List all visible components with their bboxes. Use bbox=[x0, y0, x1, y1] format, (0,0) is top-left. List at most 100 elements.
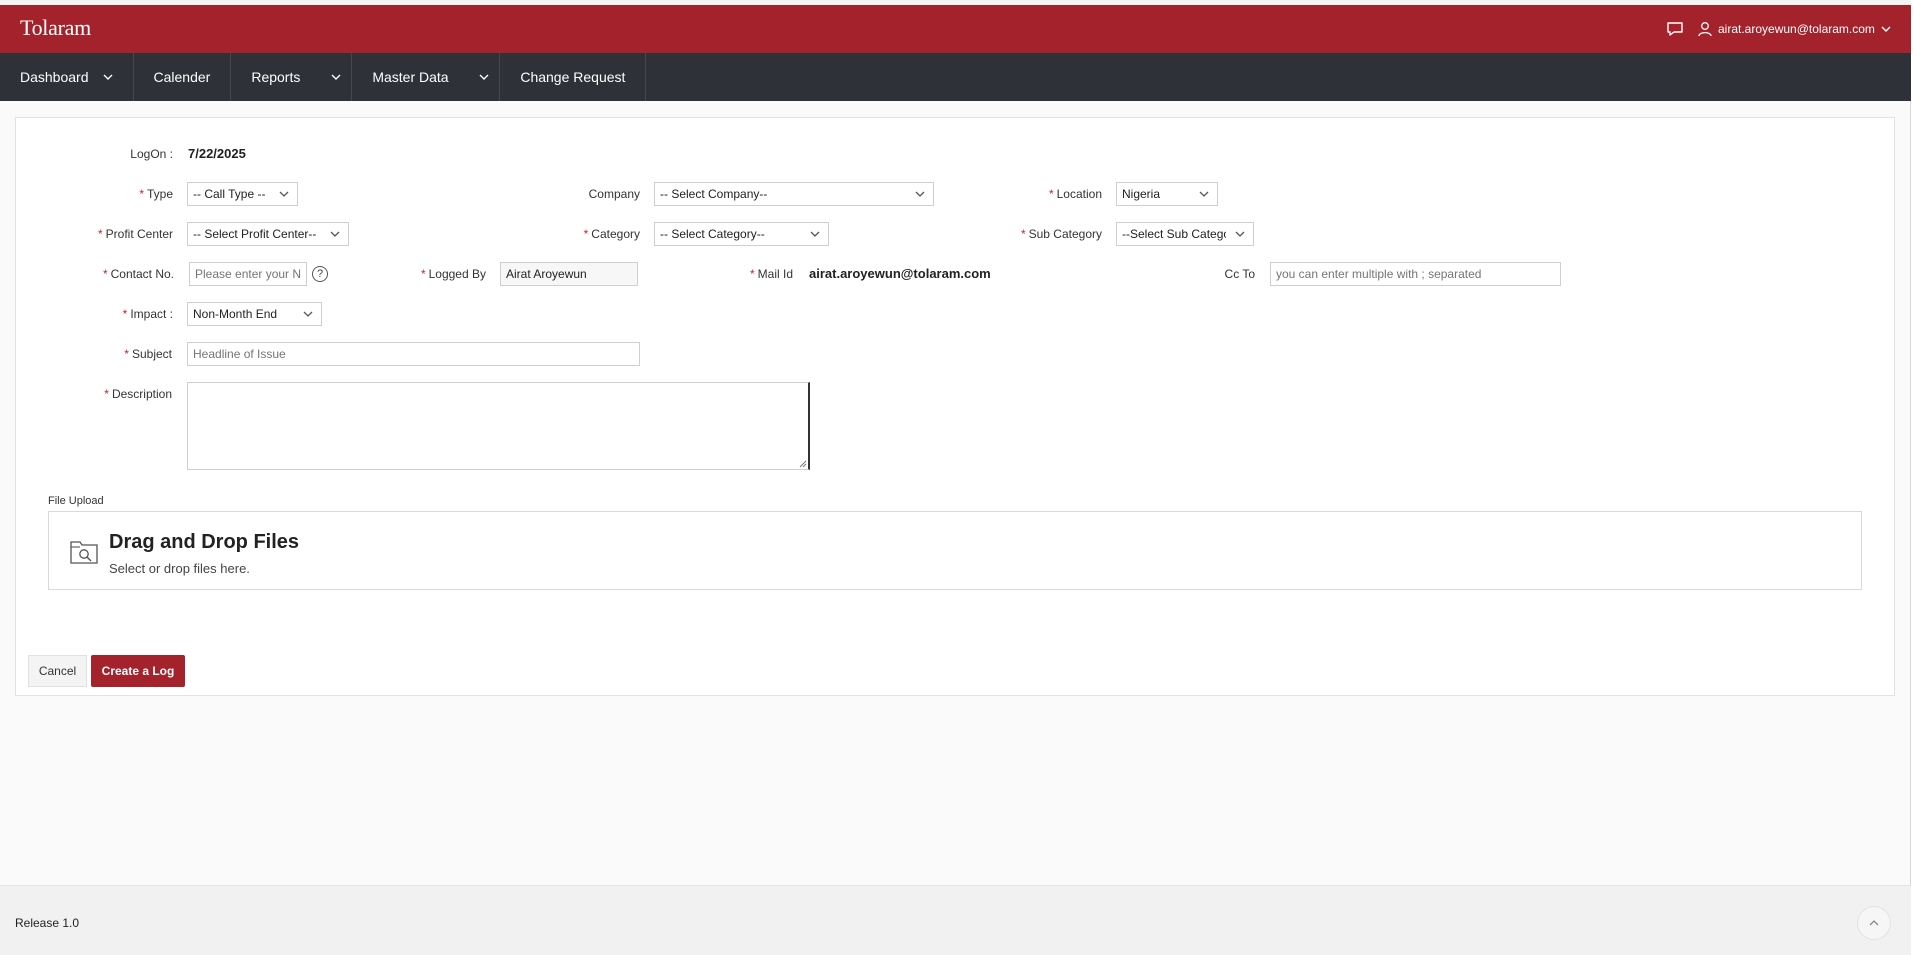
nav-master-data[interactable]: Master Data bbox=[352, 53, 501, 101]
nav-label: Master Data bbox=[372, 69, 449, 85]
category-select[interactable]: -- Select Category-- bbox=[654, 222, 829, 246]
description-textarea[interactable] bbox=[187, 382, 810, 470]
location-value: Nigeria bbox=[1122, 187, 1161, 201]
required-marker: * bbox=[124, 347, 129, 361]
contact-label: * Contact No. bbox=[80, 267, 174, 281]
help-icon[interactable]: ? bbox=[312, 266, 328, 282]
label-text: Sub Category bbox=[1028, 227, 1102, 241]
nav-reports[interactable]: Reports bbox=[231, 53, 353, 101]
mail-id-value: airat.aroyewun@tolaram.com bbox=[809, 266, 991, 281]
mail-id-label: * Mail Id bbox=[720, 267, 793, 281]
location-select[interactable]: Nigeria bbox=[1116, 182, 1218, 206]
user-icon bbox=[1698, 22, 1712, 37]
subject-label: * Subject bbox=[80, 347, 172, 361]
sub-category-label: * Sub Category bbox=[990, 227, 1102, 241]
label-text: Mail Id bbox=[757, 267, 793, 281]
label-text: Location bbox=[1056, 187, 1102, 201]
impact-label: * Impact : bbox=[80, 307, 173, 321]
folder-search-icon bbox=[70, 541, 98, 564]
scroll-top-button[interactable] bbox=[1857, 906, 1891, 940]
chevron-down-icon bbox=[330, 231, 340, 237]
type-value: -- Call Type -- bbox=[193, 187, 266, 201]
impact-select[interactable]: Non-Month End bbox=[187, 302, 322, 326]
company-value: -- Select Company-- bbox=[660, 187, 768, 201]
chevron-up-icon bbox=[1869, 920, 1879, 926]
chevron-down-icon bbox=[103, 74, 112, 80]
user-menu[interactable]: airat.aroyewun@tolaram.com bbox=[1698, 19, 1891, 39]
required-marker: * bbox=[139, 187, 144, 201]
impact-value: Non-Month End bbox=[193, 307, 278, 321]
label-text: Impact : bbox=[130, 307, 173, 321]
sub-category-select[interactable]: --Select Sub Category-- bbox=[1116, 222, 1254, 246]
nav-calender[interactable]: Calender bbox=[134, 53, 232, 101]
subject-input[interactable] bbox=[187, 342, 640, 366]
type-label: * Type bbox=[100, 187, 173, 201]
release-version: Release 1.0 bbox=[15, 916, 80, 930]
create-log-button[interactable]: Create a Log bbox=[91, 655, 185, 687]
cc-to-input[interactable] bbox=[1270, 262, 1561, 286]
company-select[interactable]: -- Select Company-- bbox=[654, 182, 934, 206]
label-text: Logged By bbox=[428, 267, 486, 281]
profit-center-select[interactable]: -- Select Profit Center-- bbox=[187, 222, 349, 246]
nav-label: Change Request bbox=[520, 69, 626, 85]
profit-center-label: * Profit Center bbox=[60, 227, 173, 241]
label-text: Type bbox=[146, 187, 173, 201]
logged-by-field[interactable]: Airat Aroyewun bbox=[500, 262, 638, 286]
cancel-button[interactable]: Cancel bbox=[28, 655, 87, 687]
required-marker: * bbox=[102, 267, 108, 281]
description-label: * Description bbox=[70, 387, 172, 401]
required-marker: * bbox=[749, 267, 755, 281]
logon-value: 7/22/2025 bbox=[188, 146, 246, 161]
resize-handle-icon[interactable] bbox=[799, 460, 807, 468]
main-nav: Dashboard Calender Reports Master Data C… bbox=[0, 53, 1911, 101]
logged-by-label: * Logged By bbox=[400, 267, 486, 281]
cc-to-label: Cc To bbox=[1224, 267, 1255, 281]
user-email: airat.aroyewun@tolaram.com bbox=[1718, 22, 1875, 36]
file-dropzone[interactable]: Drag and Drop Files Select or drop files… bbox=[48, 511, 1862, 590]
page: Tolaram airat.aroyewun@tolaram.com Dashb… bbox=[0, 0, 1911, 955]
dropzone-subtitle: Select or drop files here. bbox=[109, 561, 250, 576]
profit-center-value: -- Select Profit Center-- bbox=[193, 227, 317, 241]
app-logo[interactable]: Tolaram bbox=[20, 15, 91, 41]
required-marker: * bbox=[104, 387, 109, 401]
required-marker: * bbox=[97, 227, 103, 241]
type-select[interactable]: -- Call Type -- bbox=[187, 182, 298, 206]
logged-by-value: Airat Aroyewun bbox=[506, 267, 587, 281]
label-text: Category bbox=[591, 227, 640, 241]
chevron-down-icon bbox=[303, 311, 313, 317]
chevron-down-icon bbox=[1881, 26, 1891, 32]
location-label: * Location bbox=[1020, 187, 1102, 201]
nav-label: Dashboard bbox=[20, 69, 89, 85]
label-text: Profit Center bbox=[105, 227, 173, 241]
required-marker: * bbox=[583, 227, 589, 241]
required-marker: * bbox=[122, 307, 128, 321]
required-marker: * bbox=[1020, 227, 1026, 241]
chevron-down-icon bbox=[810, 231, 820, 237]
nav-change-request[interactable]: Change Request bbox=[500, 53, 647, 101]
company-label: Company bbox=[588, 187, 640, 201]
nav-dashboard[interactable]: Dashboard bbox=[0, 53, 134, 101]
app-header: Tolaram airat.aroyewun@tolaram.com bbox=[0, 5, 1911, 53]
nav-label: Reports bbox=[251, 69, 301, 85]
page-footer: Release 1.0 bbox=[0, 885, 1911, 955]
label-text: Contact No. bbox=[110, 267, 174, 281]
dropzone-title: Drag and Drop Files bbox=[109, 531, 300, 553]
chevron-down-icon bbox=[479, 74, 489, 80]
required-marker: * bbox=[420, 267, 426, 281]
logon-label: LogOn : bbox=[130, 147, 173, 161]
label-text: Subject bbox=[131, 347, 172, 361]
file-upload-label: File Upload bbox=[48, 495, 104, 507]
chat-icon[interactable] bbox=[1666, 20, 1684, 38]
required-marker: * bbox=[1048, 187, 1054, 201]
chevron-down-icon bbox=[1235, 231, 1245, 237]
contact-input[interactable] bbox=[189, 262, 307, 286]
chevron-down-icon bbox=[279, 191, 289, 197]
category-value: -- Select Category-- bbox=[660, 227, 765, 241]
label-text: Description bbox=[111, 387, 172, 401]
category-label: * Category bbox=[540, 227, 640, 241]
sub-category-value: --Select Sub Category-- bbox=[1122, 227, 1226, 241]
chevron-down-icon bbox=[1199, 191, 1209, 197]
nav-label: Calender bbox=[153, 69, 211, 85]
chevron-down-icon bbox=[915, 191, 925, 197]
chevron-down-icon bbox=[331, 74, 341, 80]
